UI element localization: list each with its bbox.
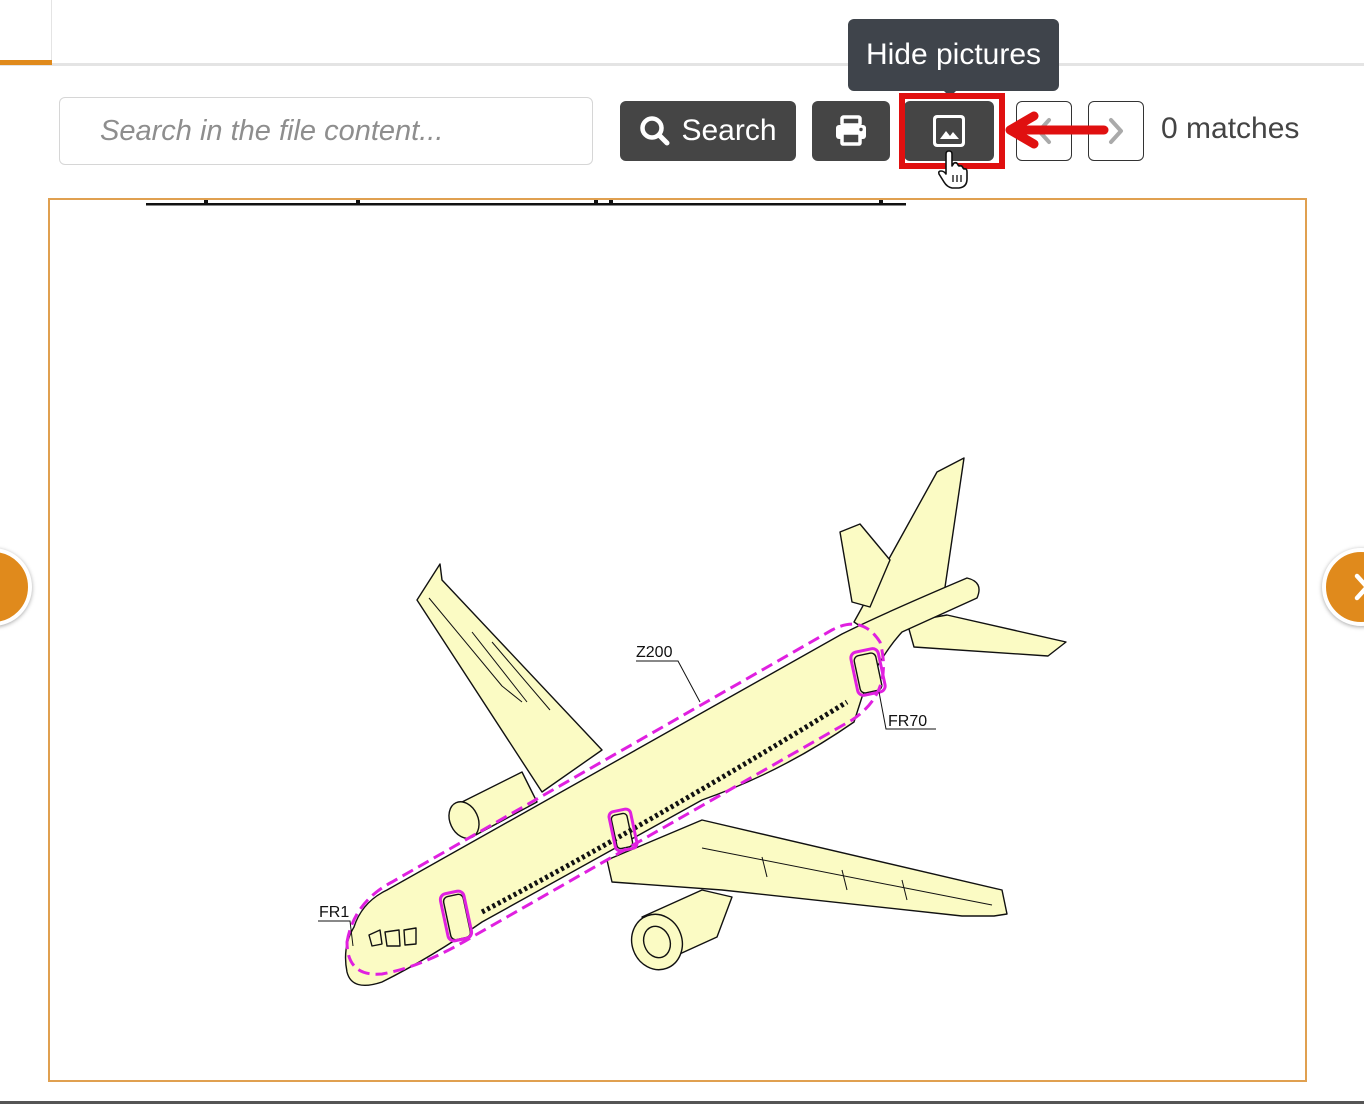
image-icon bbox=[933, 115, 965, 147]
tooltip-tail bbox=[941, 88, 959, 97]
search-icon bbox=[640, 116, 670, 146]
print-button[interactable] bbox=[812, 101, 890, 161]
search-input[interactable] bbox=[59, 97, 593, 165]
next-page-button[interactable] bbox=[1322, 548, 1364, 626]
search-button-label: Search bbox=[681, 114, 777, 147]
label-fr1: FR1 bbox=[319, 904, 349, 921]
label-fr70: FR70 bbox=[888, 713, 927, 730]
tab-active-indicator bbox=[0, 60, 52, 65]
print-icon bbox=[836, 115, 866, 146]
chevron-right-icon bbox=[1354, 573, 1364, 601]
right-wing bbox=[606, 819, 1008, 917]
match-count: 0 matches bbox=[1161, 112, 1300, 145]
tab-active[interactable] bbox=[0, 0, 52, 66]
aircraft-zone-diagram: Z200 FR70 FR1 bbox=[318, 457, 1067, 986]
annotation-arrow-icon bbox=[1005, 111, 1109, 149]
search-button[interactable]: Search bbox=[620, 101, 796, 161]
hand-cursor-icon bbox=[937, 150, 968, 189]
right-horizontal-stabilizer bbox=[906, 614, 1067, 657]
tooltip-text: Hide pictures bbox=[865, 38, 1042, 71]
previous-page-button[interactable] bbox=[0, 548, 32, 626]
chevron-left-icon bbox=[0, 572, 5, 602]
tooltip: Hide pictures bbox=[848, 19, 1059, 91]
left-wing bbox=[416, 563, 603, 793]
document-viewer: Z200 FR70 FR1 bbox=[48, 198, 1307, 1082]
tab-bar bbox=[0, 0, 1364, 66]
label-z200: Z200 bbox=[636, 644, 673, 661]
